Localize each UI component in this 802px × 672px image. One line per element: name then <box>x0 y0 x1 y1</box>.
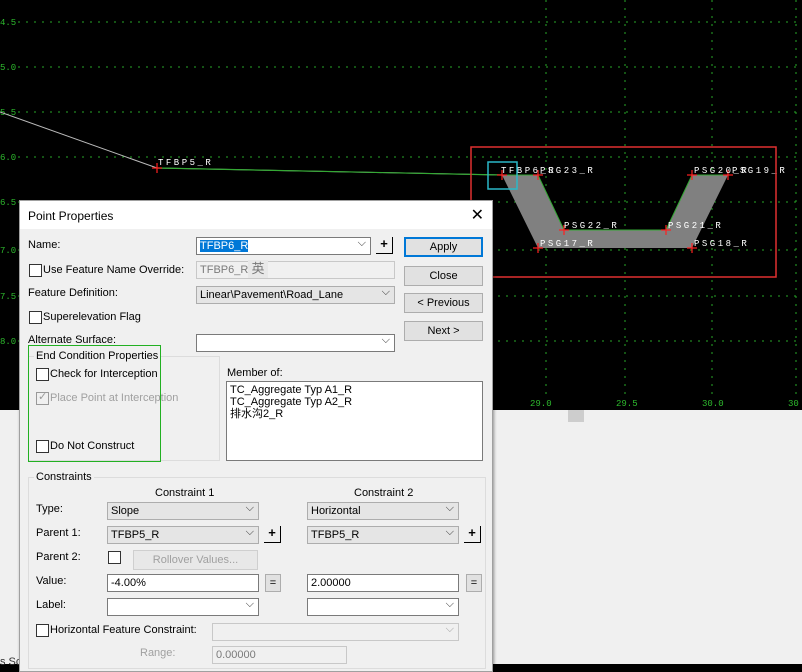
scrollbar-thumb[interactable] <box>568 410 584 422</box>
ground-line <box>0 111 503 176</box>
point-label: PSG17_R <box>540 239 595 249</box>
name-label: Name: <box>28 239 61 251</box>
point-label: PSG22_R <box>564 221 619 231</box>
point-label: PSG21_R <box>668 221 723 231</box>
constraint1-label-select[interactable] <box>107 598 259 616</box>
point-properties-dialog: Point Properties ✕ Name: TFBP6_R + Use F… <box>19 200 493 672</box>
y-axis-label: 6.0 <box>0 153 16 163</box>
superelevation-checkbox[interactable] <box>29 311 42 324</box>
constraint1-value-input[interactable]: -4.00% <box>107 574 259 592</box>
member-of-label: Member of: <box>227 367 283 379</box>
range-input: 0.00000 <box>212 646 347 664</box>
type-label: Type: <box>36 503 63 515</box>
x-axis-label: 29.5 <box>616 399 638 409</box>
use-feature-override-checkbox[interactable] <box>29 264 42 277</box>
constraint2-header: Constraint 2 <box>354 487 414 499</box>
next-button[interactable]: Next > <box>404 321 483 341</box>
constraints-title: Constraints <box>34 471 94 483</box>
constraint1-header: Constraint 1 <box>155 487 215 499</box>
y-axis-label: 5.0 <box>0 63 16 73</box>
dialog-titlebar[interactable]: Point Properties ✕ <box>20 201 492 229</box>
list-item[interactable]: 排水沟2_R <box>230 408 479 420</box>
override-name-field: TFBP6_R <box>196 261 395 279</box>
y-axis-label: 7.0 <box>0 246 16 256</box>
feature-definition-select[interactable]: Linear\Pavement\Road_Lane <box>196 286 395 304</box>
x-axis-label: 30.0 <box>702 399 724 409</box>
member-of-list[interactable]: TC_Aggregate Typ A1_R TC_Aggregate Typ A… <box>226 381 483 461</box>
constraint2-type-select[interactable]: Horizontal <box>307 502 459 520</box>
ime-indicator: 英 <box>248 260 268 278</box>
horizontal-feature-checkbox[interactable] <box>36 624 49 637</box>
point-label: TFBP5_R <box>158 158 213 168</box>
name-combobox[interactable]: TFBP6_R <box>196 237 371 255</box>
constraint2-label-select[interactable] <box>307 598 459 616</box>
constraint1-parent1-select[interactable]: TFBP5_R <box>107 526 259 544</box>
pick-parent1-c2-icon[interactable]: + <box>464 526 481 543</box>
ditch-fill <box>502 175 728 248</box>
label-label: Label: <box>36 599 66 611</box>
constraint1-type-select[interactable]: Slope <box>107 502 259 520</box>
value-label: Value: <box>36 575 67 587</box>
y-axis-label: 4.5 <box>0 18 16 28</box>
highlight-box-green <box>28 345 161 462</box>
constraint2-value-input[interactable]: 2.00000 <box>307 574 459 592</box>
list-item[interactable]: TC_Aggregate Typ A1_R <box>230 384 479 396</box>
alternate-surface-select[interactable] <box>196 334 395 352</box>
pavement-line <box>156 167 503 176</box>
rollover-values-button: Rollover Values... <box>133 550 258 570</box>
constraint2-equals-button[interactable]: = <box>466 574 482 592</box>
range-label: Range: <box>140 647 176 659</box>
superelevation-label: Superelevation Flag <box>43 311 141 323</box>
y-axis-label: 8.0 <box>0 337 16 347</box>
close-button[interactable]: Close <box>404 266 483 286</box>
pick-point-icon[interactable]: + <box>376 237 393 254</box>
y-axis-label: 6.5 <box>0 198 16 208</box>
point-label: PSG19_R <box>732 166 787 176</box>
constraint2-parent1-select[interactable]: TFBP5_R <box>307 526 459 544</box>
parent2-checkbox[interactable] <box>108 551 121 564</box>
use-feature-override-label: Use Feature Name Override: <box>43 264 185 276</box>
x-axis-label: 30 <box>788 399 799 409</box>
horizontal-feature-select <box>212 623 459 641</box>
dialog-title: Point Properties <box>28 209 114 223</box>
x-axis-label: 29.0 <box>530 399 552 409</box>
point-label: PSG18_R <box>694 239 749 249</box>
apply-button[interactable]: Apply <box>404 237 483 257</box>
pick-parent1-c1-icon[interactable]: + <box>264 526 281 543</box>
constraint1-equals-button[interactable]: = <box>265 574 281 592</box>
close-icon[interactable]: ✕ <box>471 205 484 225</box>
y-axis-label: 7.5 <box>0 292 16 302</box>
feature-definition-label: Feature Definition: <box>28 287 118 299</box>
parent1-label: Parent 1: <box>36 527 81 539</box>
parent2-label: Parent 2: <box>36 551 81 563</box>
point-label: PSG23_R <box>540 166 595 176</box>
previous-button[interactable]: < Previous <box>404 293 483 313</box>
horizontal-feature-label: Horizontal Feature Constraint: <box>50 624 197 636</box>
list-item[interactable]: TC_Aggregate Typ A2_R <box>230 396 479 408</box>
